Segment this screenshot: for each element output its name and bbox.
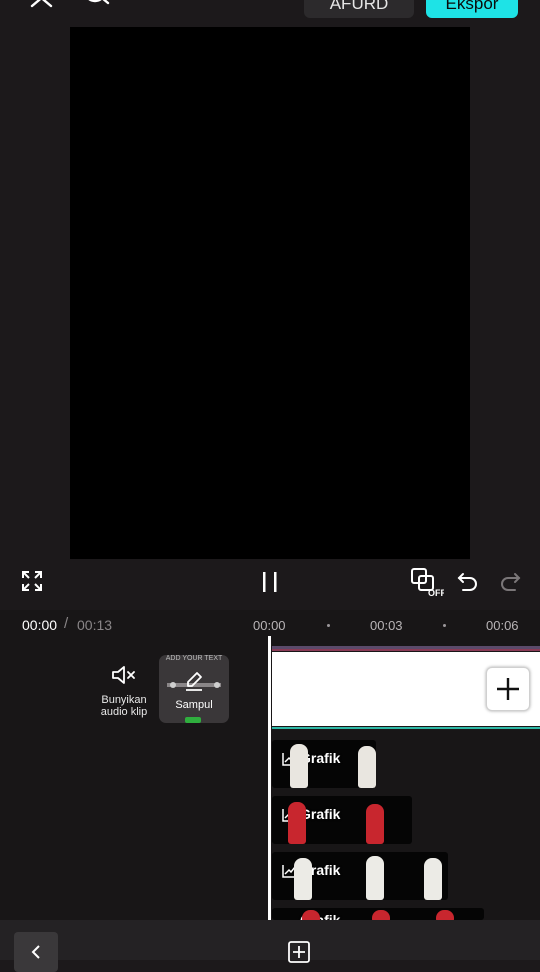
track-underline bbox=[272, 727, 540, 729]
video-preview[interactable] bbox=[70, 27, 470, 559]
export-button[interactable]: Ekspor bbox=[426, 0, 518, 18]
effect-track-line bbox=[272, 649, 540, 651]
overlay-clip[interactable]: Grafik bbox=[272, 852, 448, 900]
overlay-clip[interactable]: Grafik bbox=[272, 908, 484, 920]
undo-icon[interactable] bbox=[456, 570, 480, 592]
search-icon[interactable] bbox=[82, 0, 112, 14]
cover-label: Sampul bbox=[175, 699, 213, 711]
mute-icon[interactable] bbox=[110, 663, 138, 687]
mute-label-line2: audio klip bbox=[100, 706, 148, 718]
time-separator: / bbox=[64, 615, 69, 632]
svg-text:OFF: OFF bbox=[428, 588, 444, 597]
add-icon bbox=[497, 678, 519, 700]
cover-badge bbox=[185, 717, 201, 723]
cover-thumbnail-text: ADD YOUR TEXT bbox=[165, 655, 223, 662]
redo-icon[interactable] bbox=[498, 570, 522, 592]
overlay-clip[interactable]: Grafik bbox=[272, 740, 376, 788]
fullscreen-icon[interactable] bbox=[20, 569, 44, 593]
ruler-tick: 00:00 bbox=[253, 618, 286, 633]
playback-controls: OFF bbox=[0, 562, 540, 602]
ruler-dot bbox=[443, 624, 446, 627]
back-button[interactable] bbox=[14, 932, 58, 972]
ruler-tick: 00:06 bbox=[486, 618, 519, 633]
keyframe-off-icon[interactable]: OFF bbox=[410, 567, 444, 597]
cover-button[interactable]: ADD YOUR TEXT Sampul bbox=[159, 655, 229, 723]
current-time: 00:00 bbox=[22, 617, 58, 633]
back-icon bbox=[31, 945, 40, 959]
mute-label-line1: Bunyikan bbox=[101, 694, 147, 706]
add-clip-button[interactable] bbox=[486, 667, 530, 711]
playhead[interactable] bbox=[268, 636, 271, 920]
overlay-clip-label: Grafik bbox=[300, 806, 341, 822]
overlay-clip[interactable]: Grafik bbox=[272, 796, 412, 844]
edit-icon bbox=[183, 670, 205, 692]
top-bar: AFURD Ekspor bbox=[0, 0, 540, 24]
close-icon[interactable] bbox=[28, 0, 56, 14]
resolution-button[interactable]: AFURD bbox=[304, 0, 414, 18]
bottom-toolbar bbox=[0, 920, 540, 960]
mute-audio-button[interactable]: Bunyikan audio klip bbox=[92, 694, 156, 718]
total-time: 00:13 bbox=[77, 617, 113, 633]
ruler-dot bbox=[327, 624, 330, 627]
ruler-tick: 00:03 bbox=[370, 618, 403, 633]
add-box-icon[interactable] bbox=[287, 940, 311, 964]
pause-icon[interactable] bbox=[258, 569, 282, 595]
